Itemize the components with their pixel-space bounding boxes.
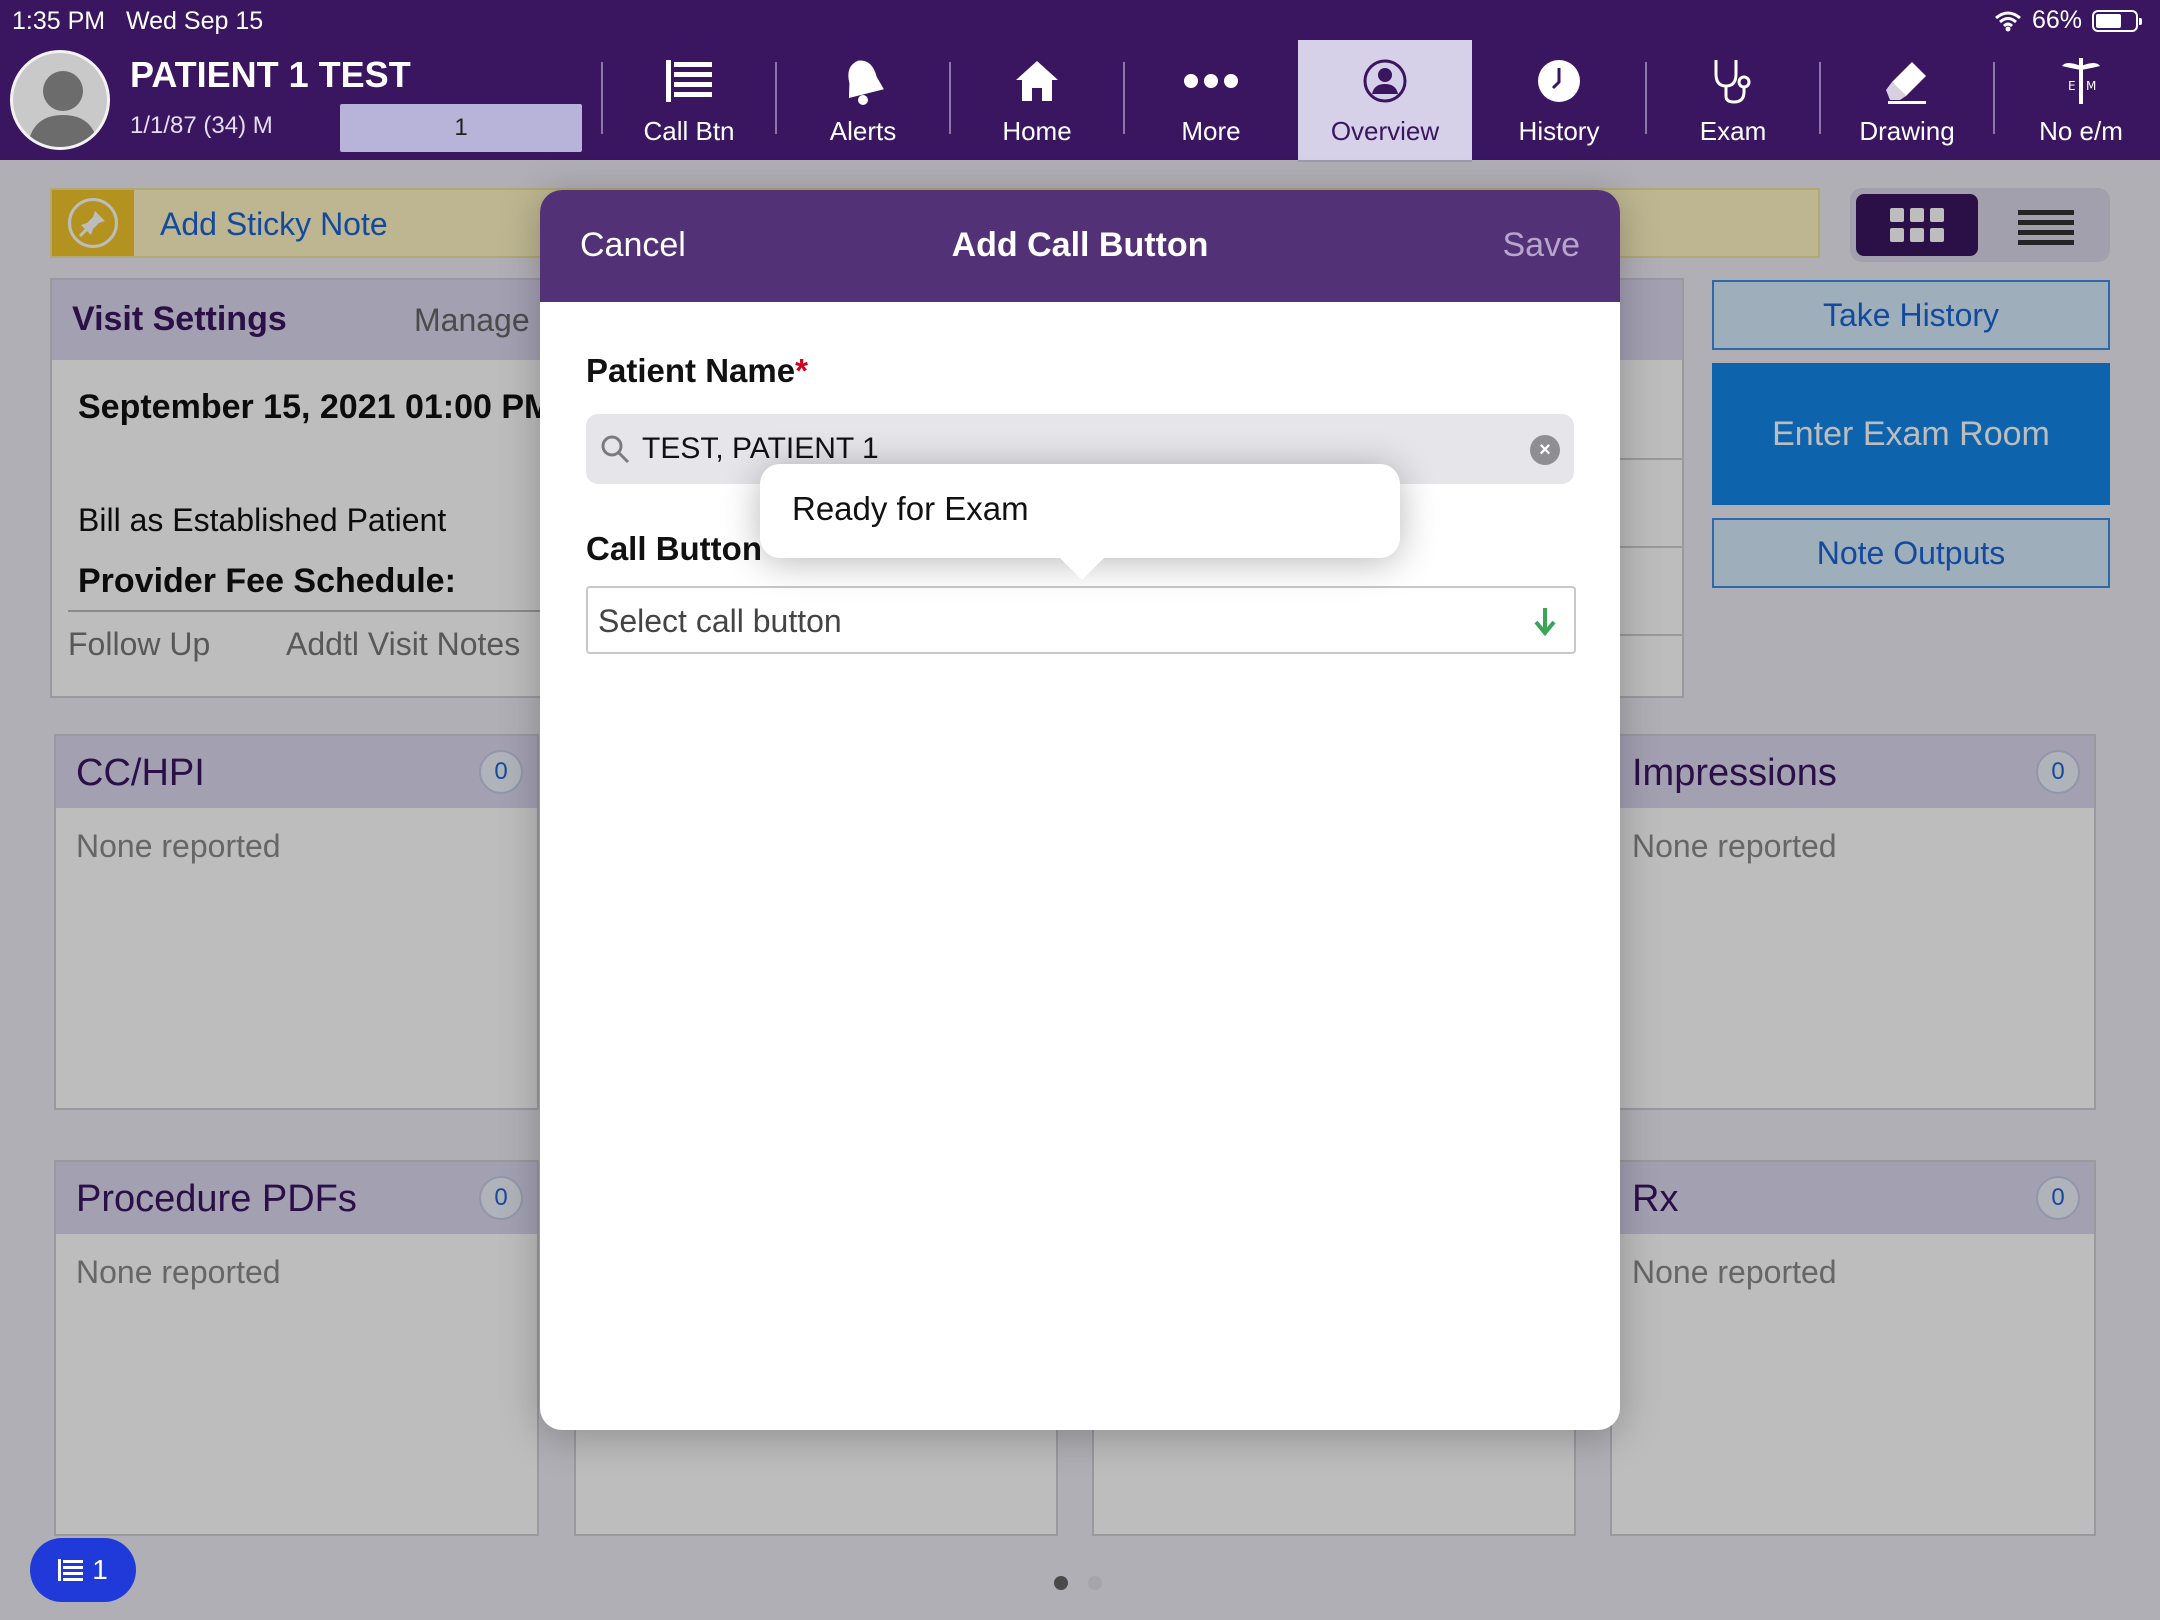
nav-bar: Call Btn Alerts Home More Overview Histo… [601, 40, 2160, 162]
app-header: 1:35 PM Wed Sep 15 66% PATIENT 1 TEST 1/… [0, 0, 2160, 162]
page-dot [1088, 1576, 1102, 1590]
nav-item-no-em[interactable]: E M No e/m [1993, 40, 2160, 162]
modal-header: Cancel Add Call Button Save [540, 190, 1620, 302]
battery-percent: 66% [2031, 6, 2082, 34]
caduceus-icon: E M [1994, 52, 2160, 110]
page-indicator[interactable] [1054, 1576, 1102, 1590]
floating-count: 1 [92, 1554, 108, 1585]
nav-label: Home [1002, 116, 1072, 146]
add-call-button-modal: Cancel Add Call Button Save Patient Name… [540, 190, 1620, 1430]
nav-item-call-btn[interactable]: Call Btn [601, 40, 776, 162]
patient-name[interactable]: PATIENT 1 TEST [130, 54, 411, 96]
nav-item-exam[interactable]: Exam [1645, 40, 1820, 162]
patient-name-label-text: Patient Name [586, 352, 796, 389]
home-icon [950, 52, 1124, 110]
bell-icon [776, 52, 950, 110]
status-bar: 1:35 PM Wed Sep 15 66% [0, 0, 2160, 40]
call-list-floating-button[interactable]: 1 [30, 1538, 136, 1602]
clock-icon [1472, 52, 1646, 110]
nav-label: Drawing [1859, 116, 1955, 146]
nav-item-more[interactable]: More [1123, 40, 1298, 162]
nav-label: Exam [1699, 116, 1767, 146]
battery-icon [2092, 9, 2142, 32]
status-right: 66% [1994, 6, 2142, 35]
nav-label: History [1518, 116, 1600, 146]
wifi-icon [1994, 11, 2021, 31]
modal-title: Add Call Button [951, 226, 1209, 264]
patient-avatar[interactable] [10, 50, 110, 150]
status-date: Wed Sep 15 [126, 7, 264, 35]
save-button[interactable]: Save [1503, 226, 1581, 265]
patient-name-label: Patient Name* [586, 352, 808, 390]
required-marker: * [795, 352, 808, 389]
nav-item-overview[interactable]: Overview [1298, 40, 1472, 162]
person-icon [1298, 52, 1472, 110]
patient-demographics: 1/1/87 (34) M [130, 112, 273, 139]
search-icon [601, 435, 630, 464]
nav-label: Alerts [829, 116, 897, 146]
list-icon [602, 52, 776, 110]
nav-item-drawing[interactable]: Drawing [1819, 40, 1994, 162]
nav-label: No e/m [2039, 116, 2123, 146]
patient-counter-box[interactable]: 1 [340, 104, 582, 152]
clear-icon[interactable]: × [1530, 435, 1560, 465]
nav-item-alerts[interactable]: Alerts [775, 40, 950, 162]
eraser-icon [1820, 52, 1994, 110]
status-time: 1:35 PM [12, 7, 106, 35]
nav-label: Overview [1330, 116, 1440, 146]
arrow-down-icon [1534, 608, 1556, 636]
nav-label: More [1181, 116, 1241, 146]
call-button-label: Call Button [586, 530, 762, 567]
call-button-placeholder: Select call button [598, 603, 842, 639]
nav-item-history[interactable]: History [1472, 40, 1646, 162]
call-button-popover: Ready for Exam [760, 464, 1400, 580]
patient-search-value: TEST, PATIENT 1 [642, 432, 879, 465]
svg-text:M: M [2086, 79, 2096, 93]
more-icon [1124, 52, 1298, 110]
page-dot-active [1054, 1576, 1068, 1590]
svg-text:E: E [2068, 79, 2076, 93]
call-button-select[interactable]: Select call button [586, 586, 1576, 654]
nav-label: Call Btn [643, 116, 735, 146]
ready-for-exam-option[interactable]: Ready for Exam [792, 490, 1029, 528]
nav-item-home[interactable]: Home [949, 40, 1124, 162]
list-icon [58, 1559, 84, 1581]
stethoscope-icon [1646, 52, 1820, 110]
